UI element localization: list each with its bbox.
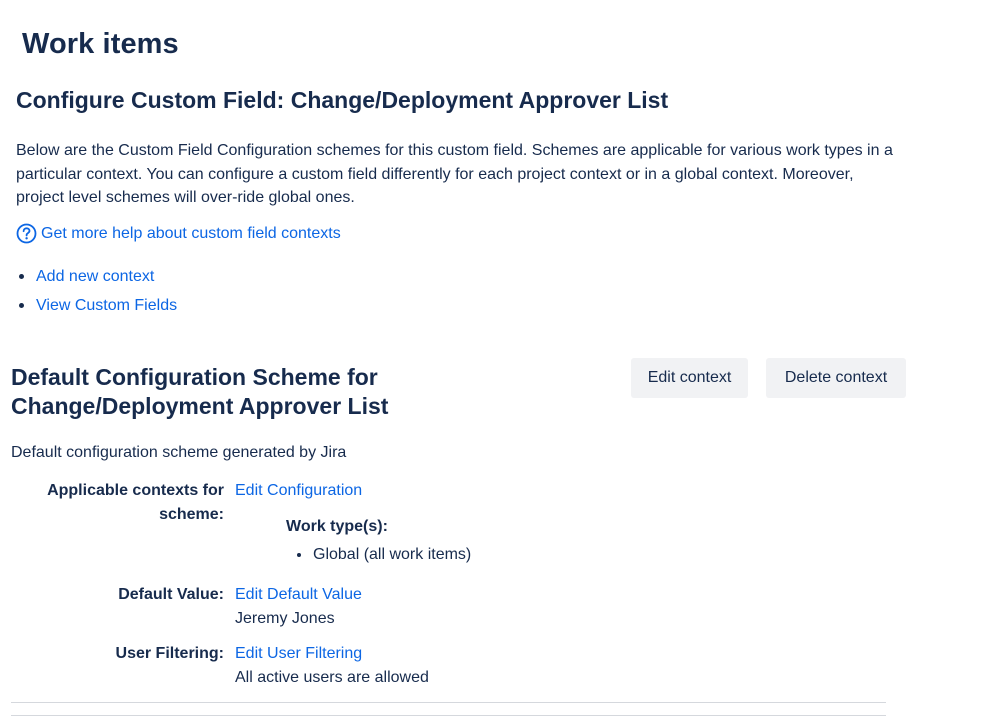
edit-default-value-link[interactable]: Edit Default Value [235,583,362,607]
page-description: Below are the Custom Field Configuration… [16,142,893,206]
list-item: View Custom Fields [16,291,177,320]
delete-context-button[interactable]: Delete context [766,358,906,398]
page-title: Work items [22,28,179,60]
divider [11,702,886,703]
add-new-context-link[interactable]: Add new context [36,268,154,286]
page: Work items Configure Custom Field: Chang… [0,0,999,721]
help-link[interactable]: Get more help about custom field context… [16,223,341,244]
help-link-label: Get more help about custom field context… [41,224,341,242]
action-list: Add new context View Custom Fields [16,262,177,320]
edit-context-button[interactable]: Edit context [631,358,748,398]
scheme-description: Default configuration scheme generated b… [11,444,347,461]
divider [11,715,886,716]
bullet [19,303,24,308]
default-value: Jeremy Jones [235,610,335,627]
bullet [297,553,301,557]
page-subtitle: Configure Custom Field: Change/Deploymen… [16,87,669,113]
user-filtering-value: All active users are allowed [235,669,429,686]
applicable-contexts-label: Applicable contexts for scheme: [47,482,224,523]
bullet [19,274,24,279]
default-value-label: Default Value: [118,586,224,603]
edit-user-filtering-link[interactable]: Edit User Filtering [235,642,362,666]
work-types-heading: Work type(s): [286,518,388,535]
scheme-title: Default Configuration Scheme for Change/… [11,364,389,419]
list-item: Global (all work items) [297,546,471,564]
work-type-value: Global (all work items) [313,546,472,563]
list-item: Add new context [16,262,177,291]
edit-configuration-link[interactable]: Edit Configuration [235,479,362,503]
view-custom-fields-link[interactable]: View Custom Fields [36,297,177,315]
user-filtering-label: User Filtering: [115,645,224,662]
question-circle-icon [16,223,37,244]
